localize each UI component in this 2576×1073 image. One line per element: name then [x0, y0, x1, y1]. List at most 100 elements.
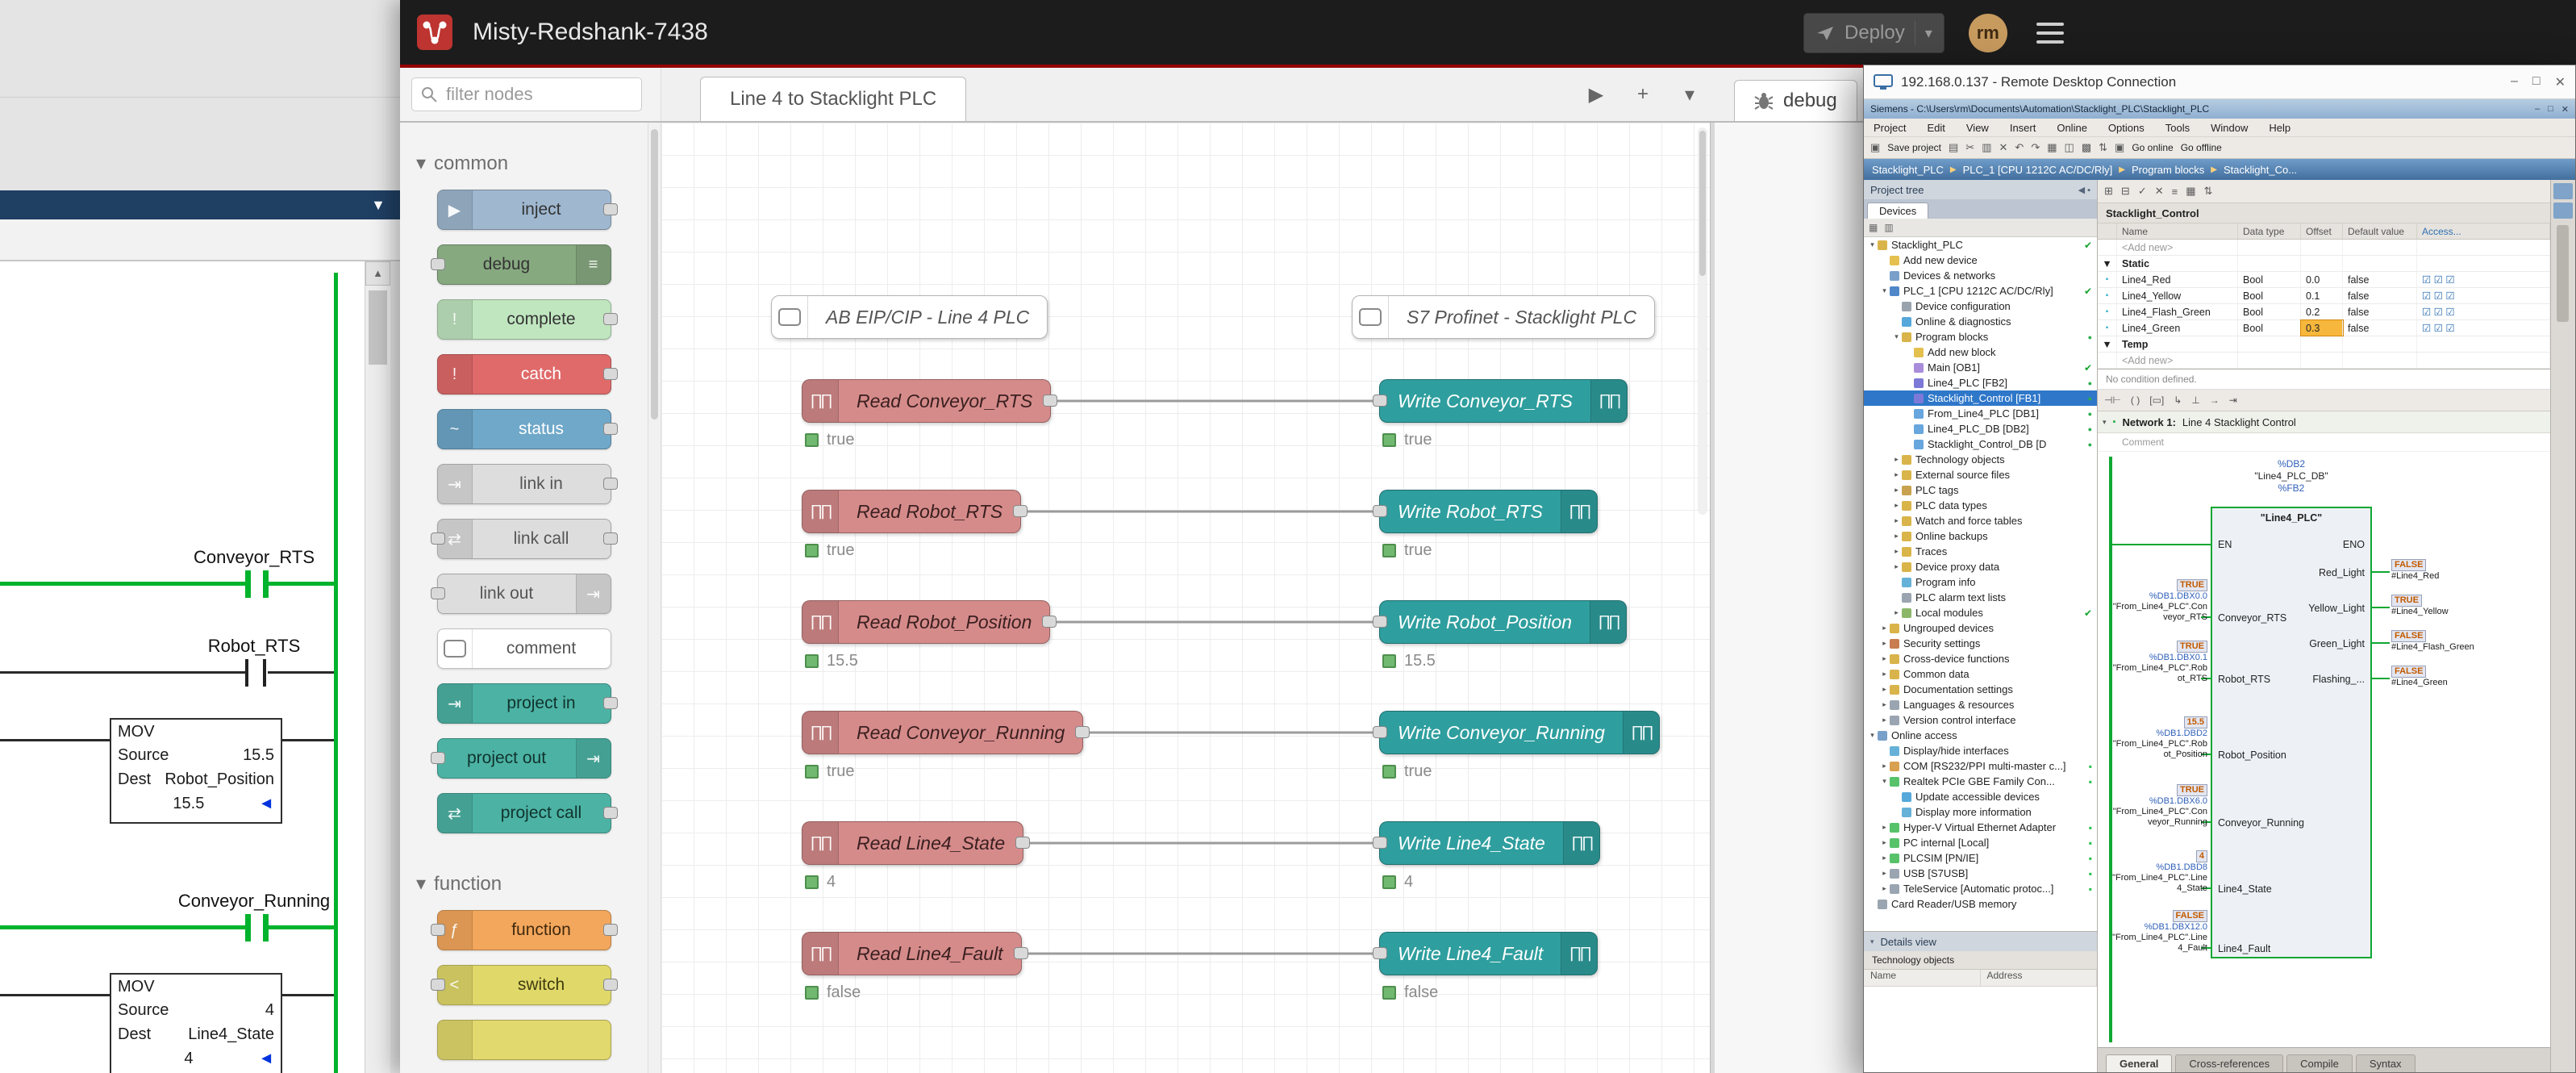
write-node[interactable]: ∏∏Write Robot_RTS — [1379, 490, 1598, 533]
ladder-canvas[interactable]: Conveyor_RTSRobot_RTSMOVSource15.5DestRo… — [0, 261, 365, 1073]
input-port[interactable] — [1373, 505, 1387, 517]
avatar[interactable]: rm — [1969, 14, 2007, 52]
tree-item[interactable]: ▾PLC_1 [CPU 1212C AC/DC/Rly]✔ — [1864, 283, 2097, 299]
tree-expander-icon[interactable]: ▸ — [1879, 762, 1890, 770]
hamburger-menu-icon[interactable] — [2032, 18, 2069, 48]
comment-node[interactable]: S7 Profinet - Stacklight PLC — [1352, 295, 1655, 339]
scrollbar-thumb[interactable] — [369, 290, 387, 365]
palette-node-debug[interactable]: ≡debug — [437, 244, 611, 285]
tree-expander-icon[interactable]: ▸ — [1879, 869, 1890, 878]
table-row[interactable]: <Add new> — [2098, 353, 2550, 369]
block-interface-table[interactable]: NameData typeOffsetDefault valueAccess..… — [2098, 223, 2550, 369]
ladder-instruction-icon[interactable]: ( ) — [2131, 395, 2140, 406]
tree-item[interactable]: ▸PLCSIM [PN/IE]▪ — [1864, 850, 2097, 866]
window-button[interactable]: – — [2535, 104, 2540, 115]
editor-toolbar-icon[interactable]: ⊞ — [2104, 185, 2113, 198]
go-online-button[interactable]: Go online — [2132, 142, 2173, 153]
variable-access-checkboxes[interactable]: ☑ ☑ ☑ — [2417, 272, 2550, 287]
editor-toolbar-icon[interactable]: ⇅ — [2204, 185, 2213, 198]
rdp-titlebar[interactable]: 192.168.0.137 - Remote Desktop Connectio… — [1864, 65, 2575, 99]
variable-access-checkboxes[interactable]: ☑ ☑ ☑ — [2417, 304, 2550, 319]
ladder-instruction-icon[interactable]: ↳ — [2174, 395, 2182, 406]
tree-item[interactable]: ▸PC internal [Local]▪ — [1864, 835, 2097, 850]
tree-expander-icon[interactable]: ▸ — [1879, 685, 1890, 694]
mov-instruction-box[interactable]: MOVSource4DestLine4_State 4◄ — [110, 973, 282, 1073]
tree-expander-icon[interactable]: ▸ — [1891, 486, 1902, 495]
ladder-instruction-icon[interactable]: ⇥ — [2229, 395, 2237, 406]
output-port[interactable] — [603, 368, 618, 380]
tree-expander-icon[interactable]: ▸ — [1879, 823, 1890, 832]
input-port[interactable] — [1373, 837, 1387, 849]
editor-toolbar-icon[interactable]: ▦ — [2186, 185, 2195, 198]
output-port[interactable] — [1042, 616, 1057, 628]
breadcrumb-segment[interactable]: PLC_1 [CPU 1212C AC/DC/Rly] — [1963, 164, 2113, 176]
tree-item[interactable]: Card Reader/USB memory — [1864, 896, 2097, 912]
tree-item[interactable]: Main [OB1]✔ — [1864, 360, 2097, 375]
table-row[interactable]: ▼Temp — [2098, 336, 2550, 353]
editor-toolbar-icon[interactable]: ⊟ — [2121, 185, 2130, 198]
window-button[interactable]: ✕ — [2561, 104, 2569, 115]
tree-item[interactable]: ▸Documentation settings — [1864, 682, 2097, 697]
palette-node-complete[interactable]: !complete — [437, 299, 611, 340]
window-button[interactable]: □ — [2532, 74, 2541, 90]
toolbar-icon[interactable]: ◫ — [2065, 141, 2074, 154]
write-node[interactable]: ∏∏Write Line4_State — [1379, 821, 1600, 865]
variable-access-checkboxes[interactable]: ☑ ☑ ☑ — [2417, 320, 2550, 336]
tree-item[interactable]: ▸Technology objects — [1864, 452, 2097, 467]
menu-options[interactable]: Options — [2108, 122, 2145, 134]
ladder-scrollbar[interactable]: ▲ — [365, 261, 390, 1073]
breadcrumb-segment[interactable]: Stacklight_PLC — [1872, 164, 1944, 176]
palette-search-input[interactable]: filter nodes — [411, 77, 642, 111]
input-port[interactable] — [431, 587, 445, 599]
save-project-button[interactable]: Save project — [1887, 142, 1941, 153]
table-row[interactable]: ▪Line4_YellowBool0.1false☑ ☑ ☑ — [2098, 288, 2550, 304]
write-node[interactable]: ∏∏Write Conveyor_RTS — [1379, 379, 1628, 423]
tab-devices[interactable]: Devices — [1867, 202, 1928, 219]
input-port[interactable] — [1373, 947, 1387, 959]
tree-item[interactable]: Display/hide interfaces — [1864, 743, 2097, 758]
tree-expander-icon[interactable]: ▾ — [1879, 777, 1890, 786]
tree-item[interactable]: ▾Program blocks● — [1864, 329, 2097, 344]
tree-expander-icon[interactable]: ▸ — [1879, 700, 1890, 709]
scrollbar-thumb[interactable] — [2557, 225, 2569, 322]
add-icon[interactable]: + — [1626, 77, 1660, 111]
tree-expander-icon[interactable]: ▸ — [1879, 716, 1890, 724]
output-port[interactable] — [603, 478, 618, 490]
details-view-header[interactable]: ▾ Details view — [1864, 932, 2097, 951]
palette-node-inject[interactable]: ▶inject — [437, 190, 611, 230]
tree-item[interactable]: ▾Realtek PCIe GBE Family Con...▪ — [1864, 774, 2097, 789]
tree-item[interactable]: ▸USB [S7USB]▪ — [1864, 866, 2097, 881]
menu-edit[interactable]: Edit — [1927, 122, 1945, 134]
output-port[interactable] — [1014, 947, 1028, 959]
write-node[interactable]: ∏∏Write Conveyor_Running — [1379, 711, 1660, 754]
output-port[interactable] — [1043, 395, 1057, 407]
tree-expander-icon[interactable]: ▾ — [1867, 731, 1878, 740]
output-port[interactable] — [603, 807, 618, 819]
menu-insert[interactable]: Insert — [2010, 122, 2036, 134]
palette-node-project out[interactable]: ⇥project out — [437, 738, 611, 779]
toolbar-icon[interactable]: ▩ — [2082, 141, 2091, 154]
tree-expander-icon[interactable]: ▸ — [1891, 470, 1902, 479]
ladder-instruction-icon[interactable]: → — [2210, 395, 2220, 406]
tree-expander-icon[interactable]: ▸ — [1879, 854, 1890, 862]
tree-item[interactable]: ▸Online backups — [1864, 528, 2097, 544]
toolbar-icon[interactable]: ✕ — [1999, 141, 2008, 154]
mov-instruction-box[interactable]: MOVSource15.5DestRobot_Position 15.5◄ — [110, 718, 282, 824]
tree-item[interactable]: ▸TeleService [Automatic protoc...]▪ — [1864, 881, 2097, 896]
inspector-tab-syntax[interactable]: Syntax — [2356, 1054, 2416, 1072]
breadcrumb[interactable]: Stacklight_PLC▶PLC_1 [CPU 1212C AC/DC/Rl… — [1864, 159, 2575, 180]
task-card-header[interactable] — [2553, 183, 2573, 199]
flow-canvas[interactable]: AB EIP/CIP - Line 4 PLCS7 Profinet - Sta… — [661, 123, 1710, 1073]
editor-toolbar-icon[interactable]: ✕ — [2155, 185, 2164, 198]
tree-item[interactable]: ▸Device proxy data — [1864, 559, 2097, 574]
palette-node-project call[interactable]: ⇄project call — [437, 793, 611, 833]
tree-expander-icon[interactable]: ▸ — [1891, 516, 1902, 525]
canvas-scrollbar[interactable] — [1698, 127, 1707, 515]
write-node[interactable]: ∏∏Write Line4_Fault — [1379, 932, 1598, 975]
tree-expander-icon[interactable]: ▸ — [1879, 639, 1890, 648]
tree-expander-icon[interactable]: ▸ — [1879, 654, 1890, 663]
variable-access-checkboxes[interactable]: ☑ ☑ ☑ — [2417, 288, 2550, 303]
tree-item[interactable]: Online & diagnostics — [1864, 314, 2097, 329]
tree-item[interactable]: Program info — [1864, 574, 2097, 590]
window-button[interactable]: ✕ — [2555, 74, 2566, 90]
